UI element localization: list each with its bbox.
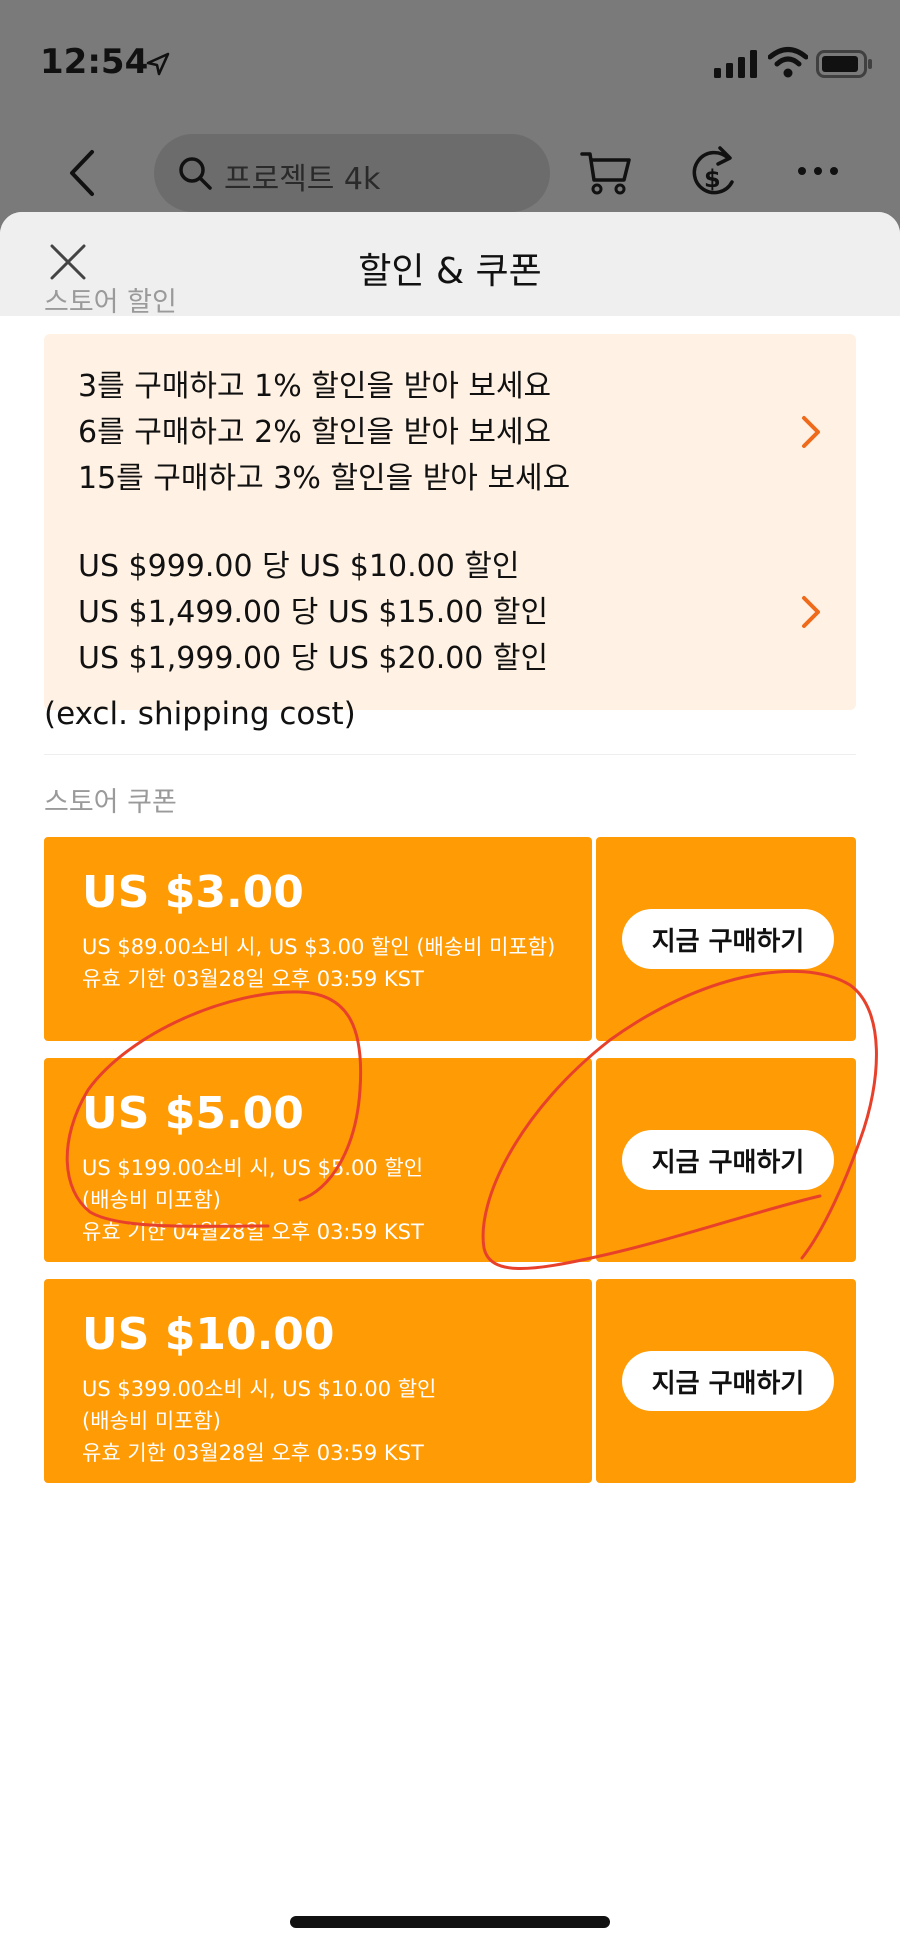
- coupon-expiry: 유효 기한 03월28일 오후 03:59 KST: [82, 1441, 424, 1465]
- coupon-edge: [38, 1287, 50, 1475]
- status-bar: 12:54: [0, 0, 900, 120]
- coupon-card: US $3.00 US $89.00소비 시, US $3.00 할인 (배송비…: [38, 837, 862, 1041]
- promo-line: US $999.00 당 US $10.00 할인: [78, 549, 520, 584]
- coupon-info: US $10.00 US $399.00소비 시, US $10.00 할인 (…: [38, 1279, 592, 1483]
- coupon-expiry: 유효 기한 04월28일 오후 03:59 KST: [82, 1220, 424, 1244]
- coupon-info: US $5.00 US $199.00소비 시, US $5.00 할인 (배송…: [38, 1058, 592, 1262]
- location-arrow-icon: [146, 52, 170, 76]
- promo-line: 3를 구매하고 1% 할인을 받아 보세요: [78, 369, 552, 404]
- store-coupon-label: 스토어 쿠폰: [44, 787, 177, 818]
- coupon-edge: [38, 845, 50, 1033]
- battery-icon: [816, 50, 872, 78]
- promo-line: 6를 구매하고 2% 할인을 받아 보세요: [78, 415, 552, 450]
- shipping-exclusion-note: (excl. shipping cost): [44, 696, 356, 732]
- coupon-info: US $3.00 US $89.00소비 시, US $3.00 할인 (배송비…: [38, 837, 592, 1041]
- more-options-icon[interactable]: [796, 156, 840, 186]
- section-divider: [44, 754, 856, 755]
- store-discount-label: 스토어 할인: [44, 287, 177, 318]
- search-query-text: 프로젝트 4k: [224, 162, 381, 197]
- coupon-action: 지금 구매하기: [596, 1058, 862, 1262]
- buy-now-button[interactable]: 지금 구매하기: [622, 1351, 834, 1411]
- coupon-condition: (배송비 미포함): [82, 1188, 221, 1212]
- promo-line: US $1,999.00 당 US $20.00 할인: [78, 641, 549, 676]
- coupon-expiry: 유효 기한 03월28일 오후 03:59 KST: [82, 967, 424, 991]
- back-arrow-icon[interactable]: [64, 148, 104, 198]
- amount-discount-card[interactable]: US $999.00 당 US $10.00 할인 US $1,499.00 당…: [44, 514, 856, 710]
- svg-text:$: $: [704, 165, 721, 193]
- chevron-right-icon: [802, 596, 820, 628]
- coupon-amount: US $10.00: [82, 1309, 335, 1360]
- coupon-condition: (배송비 미포함): [82, 1409, 221, 1433]
- coupon-edge: [850, 1287, 862, 1475]
- buy-now-button[interactable]: 지금 구매하기: [622, 909, 834, 969]
- status-time: 12:54: [40, 42, 149, 82]
- coupon-card: US $10.00 US $399.00소비 시, US $10.00 할인 (…: [38, 1279, 862, 1483]
- coupon-card: US $5.00 US $199.00소비 시, US $5.00 할인 (배송…: [38, 1058, 862, 1262]
- wifi-icon: [768, 47, 808, 78]
- search-icon: [179, 157, 212, 190]
- discount-coupon-sheet: 할인 & 쿠폰 스토어 할인 3를 구매하고 1% 할인을 받아 보세요 6를 …: [0, 212, 900, 1949]
- coupon-action: 지금 구매하기: [596, 837, 862, 1041]
- buy-now-button[interactable]: 지금 구매하기: [622, 1130, 834, 1190]
- coupon-condition: US $89.00소비 시, US $3.00 할인 (배송비 미포함): [82, 935, 556, 959]
- chevron-right-icon: [802, 416, 820, 448]
- coupon-edge: [38, 1066, 50, 1254]
- search-bar[interactable]: 프로젝트 4k: [154, 134, 550, 212]
- cart-icon[interactable]: [580, 148, 632, 196]
- coupon-amount: US $5.00: [82, 1088, 304, 1139]
- quantity-discount-card[interactable]: 3를 구매하고 1% 할인을 받아 보세요 6를 구매하고 2% 할인을 받아 …: [44, 334, 856, 530]
- promo-line: 15를 구매하고 3% 할인을 받아 보세요: [78, 461, 571, 496]
- currency-share-icon[interactable]: $: [688, 142, 740, 200]
- home-indicator: [290, 1916, 610, 1928]
- coupon-condition: US $399.00소비 시, US $10.00 할인: [82, 1377, 437, 1401]
- coupon-edge: [850, 1066, 862, 1254]
- promo-line: US $1,499.00 당 US $15.00 할인: [78, 595, 549, 630]
- cellular-signal-icon: [714, 50, 757, 78]
- coupon-condition: US $199.00소비 시, US $5.00 할인: [82, 1156, 424, 1180]
- coupon-amount: US $3.00: [82, 867, 304, 918]
- coupon-action: 지금 구매하기: [596, 1279, 862, 1483]
- coupon-edge: [850, 845, 862, 1033]
